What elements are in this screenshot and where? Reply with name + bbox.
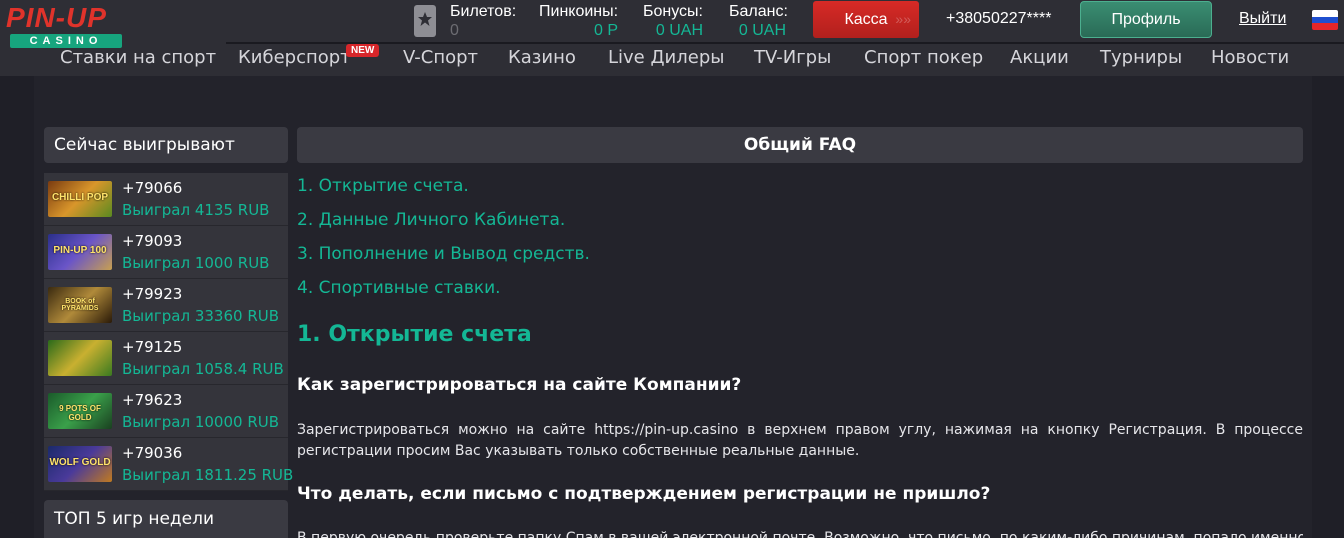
- nav-item-sports-betting[interactable]: Ставки на спорт: [60, 47, 216, 68]
- arrows-icon: »»: [895, 11, 911, 27]
- game-title: PIN-UP 100: [53, 245, 107, 256]
- winner-item[interactable]: +79125 Выиграл 1058.4 RUB: [44, 332, 288, 385]
- faq-question: Что делать, если письмо с подтверждением…: [297, 484, 991, 504]
- nav-item-promotions[interactable]: Акции: [1010, 47, 1069, 68]
- nav-item-live-dealers[interactable]: Live Дилеры: [608, 47, 724, 68]
- ticket-icon[interactable]: [414, 5, 436, 37]
- stat-bonuses: Бонусы: 0 UAH: [643, 3, 703, 41]
- profile-button[interactable]: Профиль: [1080, 1, 1212, 38]
- winner-phone: +79036: [122, 444, 183, 462]
- faq-toc: 1. Открытие счета. 2. Данные Личного Каб…: [297, 175, 590, 311]
- faq-link-deposit-withdrawal[interactable]: 3. Пополнение и Вывод средств.: [297, 243, 590, 277]
- top-header: PIN-UP CASINO Билетов: 0 Пинкоины: 0 Р Б…: [0, 0, 1344, 76]
- winner-item[interactable]: PIN-UP 100 +79093 Выиграл 1000 RUB: [44, 226, 288, 279]
- nav-item-sport-poker[interactable]: Спорт покер: [864, 47, 983, 68]
- stat-tickets: Билетов: 0: [450, 3, 516, 41]
- nav-item-esports[interactable]: Киберспорт: [238, 47, 351, 68]
- game-title: 9 POTS OF GOLD: [59, 404, 101, 422]
- faq-link-account-opening[interactable]: 1. Открытие счета.: [297, 175, 590, 209]
- game-title: CHILLI POP: [51, 192, 109, 203]
- nav-item-v-sport[interactable]: V-Спорт: [403, 47, 478, 68]
- winner-amount: Выиграл 33360 RUB: [122, 307, 280, 325]
- kassa-label: Касса: [844, 11, 888, 28]
- section-title: 1. Открытие счета: [297, 322, 532, 347]
- stat-balance: Баланс: 0 UAH: [729, 3, 788, 41]
- winner-item[interactable]: CHILLI POP +79066 Выиграл 4135 RUB: [44, 173, 288, 226]
- main-nav: Ставки на спорт Киберспорт NEW V-Спорт К…: [0, 44, 1344, 76]
- faq-answer: Зарегистрироваться можно на сайте https:…: [297, 422, 1303, 459]
- nav-item-casino[interactable]: Казино: [508, 47, 576, 68]
- kassa-button[interactable]: Касса »»: [813, 1, 919, 38]
- winner-phone: +79093: [122, 232, 183, 250]
- winner-item[interactable]: WOLF GOLD +79036 Выиграл 1811.25 RUB: [44, 438, 293, 491]
- stat-pincoins: Пинкоины: 0 Р: [539, 3, 618, 41]
- winner-amount: Выиграл 10000 RUB: [122, 413, 280, 431]
- nav-item-tournaments[interactable]: Турниры: [1100, 47, 1182, 68]
- game-thumbnail[interactable]: PIN-UP 100: [48, 234, 112, 270]
- stat-bonuses-value: 0 UAH: [655, 22, 703, 39]
- winner-phone: +79623: [122, 391, 183, 409]
- game-thumbnail[interactable]: WOLF GOLD: [48, 446, 112, 482]
- faq-link-personal-cabinet[interactable]: 2. Данные Личного Кабинета.: [297, 209, 590, 243]
- nav-item-tv-games[interactable]: TV-Игры: [754, 47, 831, 68]
- stat-balance-label: Баланс:: [729, 3, 788, 20]
- game-title: BOOK of PYRAMIDS: [61, 298, 99, 312]
- stat-balance-value: 0 UAH: [738, 22, 786, 39]
- russian-flag-icon[interactable]: [1312, 10, 1338, 30]
- top5-title: ТОП 5 игр недели: [44, 500, 288, 538]
- pin-up-logo[interactable]: PIN-UP CASINO: [6, 2, 122, 48]
- winner-phone: +79066: [122, 179, 183, 197]
- winner-item[interactable]: BOOK of PYRAMIDS +79923 Выиграл 33360 RU…: [44, 279, 288, 332]
- faq-question: Как зарегистрироваться на сайте Компании…: [297, 375, 742, 395]
- logout-link[interactable]: Выйти: [1239, 10, 1286, 28]
- winner-amount: Выиграл 4135 RUB: [122, 201, 270, 219]
- winner-amount: Выиграл 1811.25 RUB: [122, 466, 294, 484]
- stat-tickets-value: 0: [450, 22, 459, 39]
- new-badge: NEW: [346, 44, 380, 57]
- winner-item[interactable]: 9 POTS OF GOLD +79623 Выиграл 10000 RUB: [44, 385, 288, 438]
- nav-item-news[interactable]: Новости: [1211, 47, 1289, 68]
- faq-title: Общий FAQ: [297, 127, 1303, 163]
- winner-amount: Выиграл 1058.4 RUB: [122, 360, 284, 378]
- winner-phone: +79125: [122, 338, 183, 356]
- logo-text: PIN-UP: [6, 2, 107, 33]
- game-thumbnail[interactable]: CHILLI POP: [48, 181, 112, 217]
- stat-tickets-label: Билетов:: [450, 3, 517, 20]
- game-thumbnail[interactable]: 9 POTS OF GOLD: [48, 393, 112, 429]
- game-thumbnail[interactable]: BOOK of PYRAMIDS: [48, 287, 112, 323]
- winners-title: Сейчас выигрывают: [44, 127, 288, 163]
- faq-link-sports-bets[interactable]: 4. Спортивные ставки.: [297, 277, 590, 311]
- winner-phone: +79923: [122, 285, 183, 303]
- game-title: WOLF GOLD: [49, 457, 111, 468]
- faq-answer: В первую очередь проверьте папку Спам в …: [297, 530, 1303, 538]
- stat-pincoins-label: Пинкоины:: [539, 3, 619, 20]
- winners-list: CHILLI POP +79066 Выиграл 4135 RUB PIN-U…: [44, 173, 293, 491]
- stat-bonuses-label: Бонусы:: [643, 3, 703, 20]
- user-phone: +38050227****: [946, 10, 1052, 27]
- stat-pincoins-value: 0 Р: [593, 22, 618, 39]
- winner-amount: Выиграл 1000 RUB: [122, 254, 270, 272]
- game-thumbnail[interactable]: [48, 340, 112, 376]
